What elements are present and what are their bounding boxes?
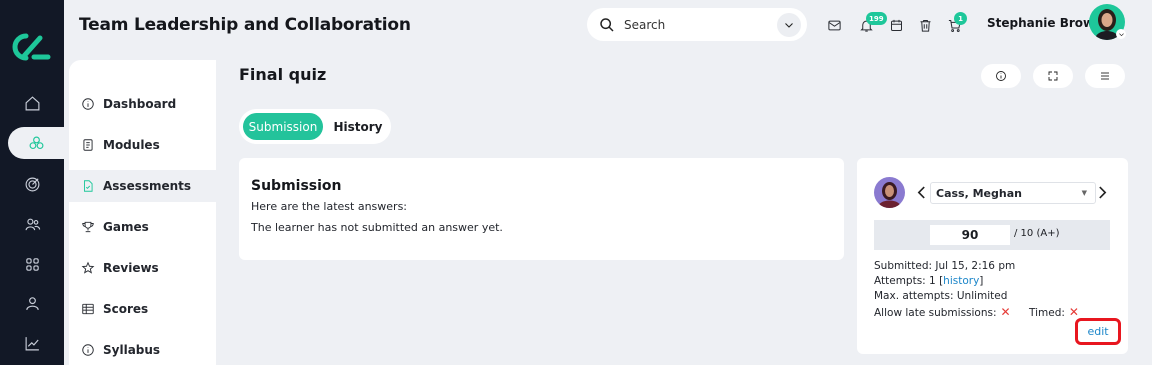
search-icon <box>600 17 614 32</box>
chart-icon[interactable] <box>0 327 64 359</box>
menu-item-label: Assessments <box>103 179 192 193</box>
menu-item-label: Dashboard <box>103 97 177 111</box>
info-icon <box>996 71 1006 81</box>
submission-card: Submission Here are the latest answers: … <box>239 158 844 260</box>
timed-label: Timed: <box>1029 307 1065 319</box>
close-icon: ✕ <box>1000 305 1011 319</box>
search-dropdown-button[interactable] <box>777 13 801 37</box>
chevron-down-icon <box>785 23 793 28</box>
icon-rail <box>0 0 64 365</box>
grade-row: / 10 (A+) <box>874 220 1110 250</box>
tab-bar: Submission History <box>239 109 391 144</box>
submission-empty-message: The learner has not submitted an answer … <box>251 221 503 234</box>
history-link[interactable]: history <box>943 275 979 287</box>
users-icon[interactable] <box>0 208 64 240</box>
menu-item-label: Modules <box>103 138 160 152</box>
menu-item-scores[interactable]: Scores <box>69 293 216 325</box>
allow-late-submissions: Allow late submissions: ✕ <box>874 305 1011 319</box>
submission-intro: Here are the latest answers: <box>251 200 408 213</box>
timed: Timed: ✕ <box>1029 305 1079 319</box>
person-icon[interactable] <box>0 287 64 319</box>
search-input[interactable] <box>624 17 764 32</box>
learner-name: Cass, Meghan <box>936 186 1022 200</box>
chevron-down-icon[interactable] <box>1116 29 1126 39</box>
caret-down-icon: ▼ <box>1081 189 1087 197</box>
menu-button[interactable] <box>1085 64 1125 88</box>
tab-submission[interactable]: Submission <box>243 113 323 140</box>
menu-item-syllabus[interactable]: Syllabus <box>69 334 216 365</box>
close-icon: ✕ <box>1068 305 1079 319</box>
table-icon <box>82 303 94 315</box>
attempts-suffix: ] <box>979 275 984 287</box>
cart-badge: 1 <box>954 12 967 25</box>
expand-icon <box>1048 71 1058 81</box>
max-attempts: Max. attempts: Unlimited <box>874 290 1008 302</box>
book-icon <box>83 139 93 151</box>
attempts-info: Attempts: 1 [history] <box>874 275 983 287</box>
learner-avatar <box>874 177 905 208</box>
next-learner-button[interactable] <box>1096 184 1108 200</box>
star-icon <box>81 261 95 274</box>
menu-item-label: Syllabus <box>103 343 161 357</box>
learner-select[interactable]: Cass, Meghan ▼ <box>930 182 1096 204</box>
menu-item-games[interactable]: Games <box>69 211 216 243</box>
mail-icon[interactable] <box>825 16 843 34</box>
home-icon[interactable] <box>0 87 64 119</box>
app-logo[interactable] <box>10 30 54 64</box>
grid-icon[interactable] <box>0 248 64 280</box>
section-title: Final quiz <box>239 65 327 84</box>
menu-item-reviews[interactable]: Reviews <box>69 252 216 284</box>
menu-item-assessments[interactable]: Assessments <box>69 170 216 202</box>
trash-icon[interactable] <box>916 16 934 34</box>
edit-button[interactable]: edit <box>1075 318 1121 345</box>
target-icon[interactable] <box>0 168 64 200</box>
calendar-icon[interactable] <box>887 16 905 34</box>
previous-learner-button[interactable] <box>915 184 927 200</box>
document-icon <box>84 180 93 192</box>
course-menu: Dashboard Modules Assessments Games Revi… <box>69 60 216 365</box>
info-button[interactable] <box>981 64 1021 88</box>
hamburger-icon <box>1101 72 1109 80</box>
menu-item-label: Scores <box>103 302 149 316</box>
grading-panel: Cass, Meghan ▼ / 10 (A+) Submitted: Jul … <box>857 158 1128 354</box>
chevron-left-icon <box>917 186 925 198</box>
menu-item-label: Games <box>103 220 149 234</box>
user-name[interactable]: Stephanie Brown <box>987 16 1103 30</box>
submission-title: Submission <box>251 178 342 194</box>
info-icon <box>82 98 94 110</box>
grade-max: / 10 (A+) <box>1014 228 1060 239</box>
tab-history[interactable]: History <box>327 113 389 140</box>
notifications-badge: 199 <box>866 12 887 25</box>
courses-icon[interactable] <box>8 127 64 159</box>
menu-item-dashboard[interactable]: Dashboard <box>69 88 216 120</box>
course-title: Team Leadership and Collaboration <box>79 15 411 35</box>
search-bar[interactable] <box>587 8 807 41</box>
expand-button[interactable] <box>1033 64 1073 88</box>
chevron-right-icon <box>1098 186 1106 198</box>
info-icon <box>82 344 94 356</box>
trophy-icon <box>82 221 94 233</box>
submitted-time: Submitted: Jul 15, 2:16 pm <box>874 260 1016 272</box>
menu-item-label: Reviews <box>103 261 159 275</box>
menu-item-modules[interactable]: Modules <box>69 129 216 161</box>
grade-input[interactable] <box>930 225 1010 245</box>
allow-late-label: Allow late submissions: <box>874 307 997 319</box>
attempts-label: Attempts: 1 [ <box>874 275 944 287</box>
